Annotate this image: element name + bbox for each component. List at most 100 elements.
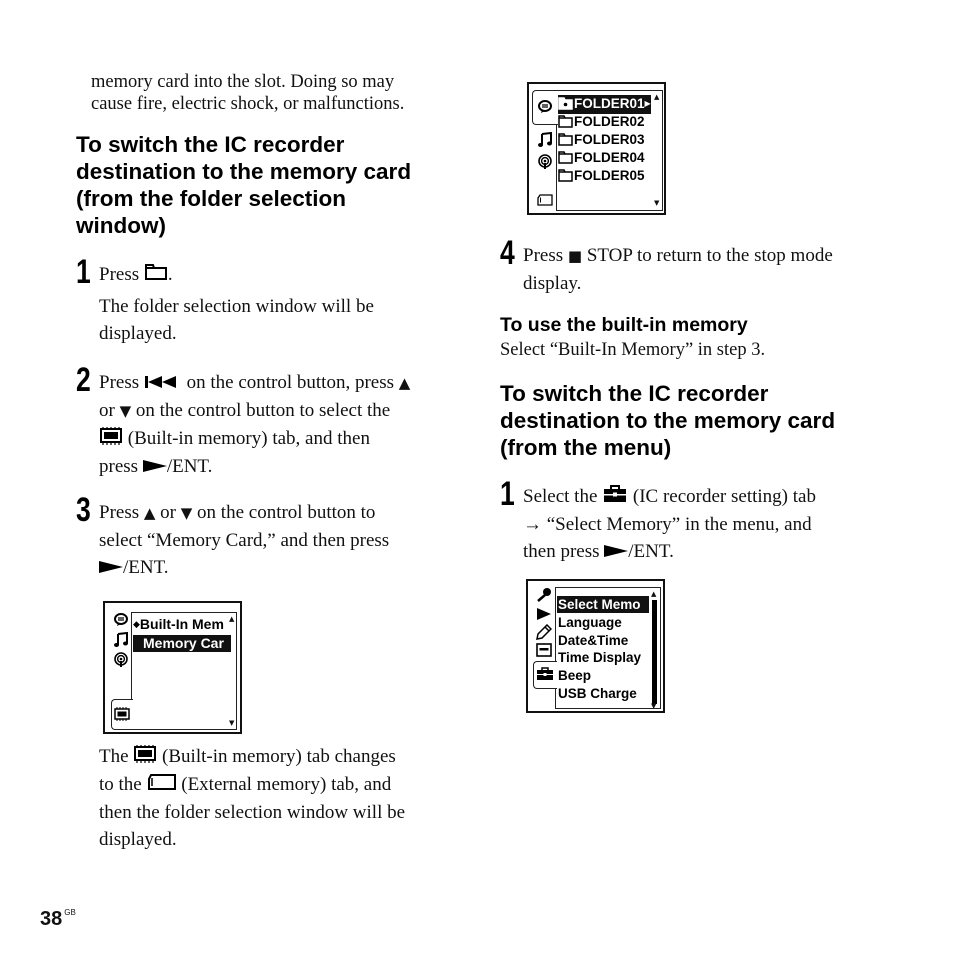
lcd-item-label: Select Memo xyxy=(558,597,641,612)
lcd-menu-item: Beep xyxy=(557,667,591,684)
edit-icon xyxy=(536,623,553,643)
builtin-memory-heading: To use the built-in memory xyxy=(500,314,748,336)
step-text: . xyxy=(167,264,173,285)
lcd-folder-select-screen: FOLDER01▶ FOLDER02 FOLDER03 FOLDER04 FOLDER0… xyxy=(527,82,666,215)
lcd-item-label: Beep xyxy=(558,668,592,684)
lcd-item-label: FOLDER05 xyxy=(574,168,645,183)
lcd-folder-item: FOLDER04 xyxy=(558,149,645,168)
stop-icon: ■ xyxy=(567,247,583,265)
page-number: 38 GB xyxy=(40,908,76,931)
step-text: Press xyxy=(99,372,140,393)
scroll-down-arrow-icon: ▼ xyxy=(651,702,657,710)
step-text: or xyxy=(160,502,176,523)
step-text: then press xyxy=(523,541,600,563)
external-memory-tab-icon xyxy=(537,194,553,209)
podcast-icon xyxy=(113,652,129,671)
step-number: 1 xyxy=(500,475,515,513)
folder-icon xyxy=(558,97,573,114)
heading-line: (from the menu) xyxy=(500,435,672,460)
note-text: to the xyxy=(99,774,142,796)
toolbox-tab-icon xyxy=(536,667,554,684)
lcd-item-label: FOLDER01 xyxy=(574,96,645,111)
heading-line: To switch the IC recorder xyxy=(76,132,345,157)
step-text: displayed. xyxy=(99,323,177,345)
step-text: on the control button to xyxy=(197,502,376,523)
lcd-folder-item: FOLDER05 xyxy=(558,167,645,186)
lcd-item-built-in-memory: ◆Built-In Mem xyxy=(133,616,231,633)
down-arrow-icon: ▼ xyxy=(119,402,132,421)
step-text: /ENT. xyxy=(628,541,674,563)
heading-line: destination to the memory card xyxy=(500,408,836,433)
lcd-item-label: FOLDER03 xyxy=(574,132,645,147)
folder-icon xyxy=(558,169,573,186)
scroll-down-arrow-icon: ▼ xyxy=(654,199,660,207)
step-text: Select the xyxy=(523,486,598,507)
lcd-item-label: Language xyxy=(558,614,622,630)
submenu-arrow-icon: ▶ xyxy=(644,99,651,108)
lcd-item-label: Date&Time xyxy=(558,632,629,648)
folder-icon xyxy=(558,115,573,132)
heading-line: (from the folder selection xyxy=(76,186,347,211)
lcd-menu-item: Date&Time xyxy=(557,632,628,649)
lcd-settings-menu-screen: Select Memo Language Date&Time Time Display… xyxy=(526,579,665,713)
scroll-down-arrow-icon: ▼ xyxy=(229,719,235,727)
play-icon xyxy=(536,607,552,624)
intro-text: memory card into the slot. Doing so may … xyxy=(91,71,404,115)
step-number: 3 xyxy=(76,491,91,529)
heading-line: To switch the IC recorder xyxy=(500,381,769,406)
step-text: The folder selection window will be xyxy=(99,296,374,318)
lcd-menu-item: Select Memo xyxy=(557,596,649,613)
step-text: “Select Memory” in the menu, and xyxy=(546,514,812,536)
step-number: 1 xyxy=(76,253,91,291)
lcd-item-label: Built-In Mem xyxy=(139,616,224,632)
step-text: (IC recorder setting) tab xyxy=(632,486,816,507)
section-heading-folder-window: To switch the IC recorder destination to… xyxy=(76,131,411,239)
step-number: 4 xyxy=(500,234,515,272)
heading-line: window) xyxy=(76,213,166,238)
lcd-item-label: Time Display xyxy=(558,650,642,666)
step-text: display. xyxy=(523,273,582,294)
lcd-menu-item: Time Display xyxy=(557,649,641,666)
note-text: (Built-in memory) tab changes xyxy=(162,746,396,767)
voice-icon xyxy=(537,99,553,118)
step-text: /ENT. xyxy=(166,456,213,478)
voice-icon xyxy=(113,612,129,631)
step-text: press xyxy=(99,456,139,478)
lcd-menu-item: USB Charge xyxy=(557,685,637,702)
builtin-memory-text: Select “Built-In Memory” in step 3. xyxy=(500,340,766,360)
podcast-icon xyxy=(537,154,553,173)
folder-icon xyxy=(144,262,168,289)
scroll-up-arrow-icon: ▲ xyxy=(229,615,235,623)
lcd-folder-item: FOLDER03 xyxy=(558,131,645,150)
step-number: 2 xyxy=(76,361,91,399)
intro-line-2: cause fire, electric shock, or malfuncti… xyxy=(91,94,405,114)
lcd-item-label: USB Charge xyxy=(558,686,637,701)
up-arrow-icon: ▲ xyxy=(143,504,156,522)
step-text: Press xyxy=(523,245,564,266)
previous-track-icon xyxy=(144,370,182,397)
step-text: or xyxy=(99,400,115,422)
step-text: select “Memory Card,” and then press xyxy=(99,530,390,551)
play-enter-icon xyxy=(142,454,167,481)
play-enter-icon xyxy=(99,555,123,582)
step-text: STOP to return to the stop mode xyxy=(586,245,833,266)
built-in-memory-icon xyxy=(99,426,123,453)
scroll-up-arrow-icon: ▲ xyxy=(651,590,657,598)
note-text: then the folder selection window will be xyxy=(99,802,406,824)
display-icon xyxy=(536,643,552,660)
built-in-memory-tab-icon xyxy=(114,707,130,724)
arrow-right-icon: → xyxy=(523,514,542,536)
external-memory-icon xyxy=(147,772,177,799)
scrollbar[interactable] xyxy=(652,600,657,704)
lcd-item-label: Memory Car xyxy=(143,635,224,651)
lcd-memory-select-screen: ◆Built-In Mem Memory Car ▲ ▼ xyxy=(103,601,242,734)
folder-icon xyxy=(558,133,573,150)
folder-icon xyxy=(558,151,573,168)
current-marker-icon: ◆ xyxy=(133,619,140,629)
step-text: Press xyxy=(99,264,140,285)
tab-change-note: The (Built-in memory) tab changes to the… xyxy=(99,743,459,853)
toolbox-icon xyxy=(602,484,628,511)
page-number-value: 38 xyxy=(40,908,63,930)
lcd-item-memory-card: Memory Car xyxy=(133,635,231,652)
region-code: GB xyxy=(64,908,76,917)
